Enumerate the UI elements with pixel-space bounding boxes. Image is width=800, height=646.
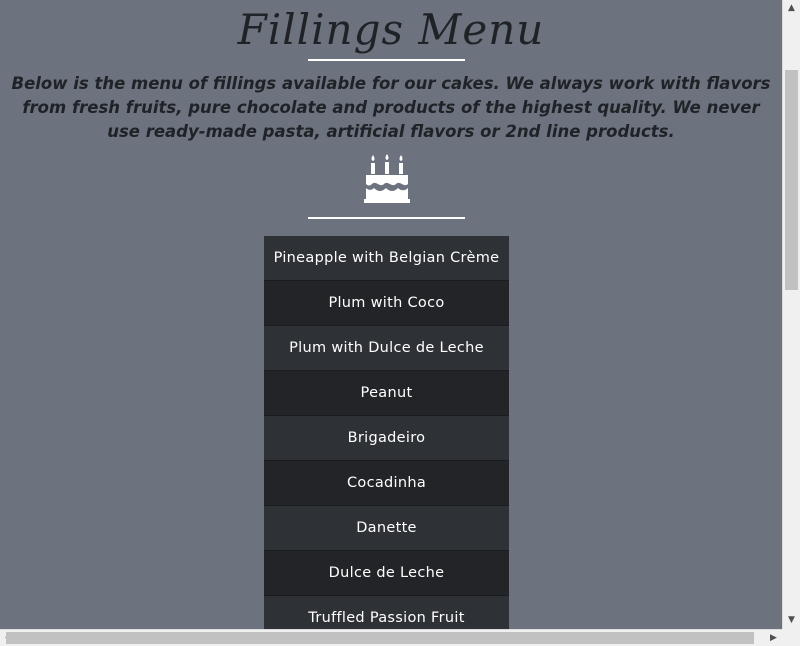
horizontal-scrollbar[interactable]: ◀ ▶ xyxy=(0,629,782,646)
list-item[interactable]: Dulce de Leche xyxy=(264,551,509,596)
page-viewport: Fillings Menu Below is the menu of filli… xyxy=(0,0,782,629)
list-item[interactable]: Danette xyxy=(264,506,509,551)
list-item[interactable]: Peanut xyxy=(264,371,509,416)
intro-text: Below is the menu of fillings available … xyxy=(11,74,771,141)
list-item[interactable]: Plum with Coco xyxy=(264,281,509,326)
list-item[interactable]: Cocadinha xyxy=(264,461,509,506)
birthday-cake-icon xyxy=(364,154,410,203)
title-divider xyxy=(308,59,465,61)
vertical-scroll-thumb[interactable] xyxy=(785,70,798,290)
list-item[interactable]: Truffled Passion Fruit xyxy=(264,596,509,629)
list-item[interactable]: Plum with Dulce de Leche xyxy=(264,326,509,371)
scroll-right-icon[interactable]: ▶ xyxy=(765,630,782,646)
fillings-list: Pineapple with Belgian Crème Plum with C… xyxy=(264,236,509,629)
scroll-down-icon[interactable]: ▼ xyxy=(783,612,800,629)
list-item[interactable]: Brigadeiro xyxy=(264,416,509,461)
page-title: Fillings Menu xyxy=(237,5,545,54)
scroll-up-icon[interactable]: ▲ xyxy=(783,0,800,17)
scrollbar-corner xyxy=(782,629,800,646)
icon-divider xyxy=(308,217,465,219)
horizontal-scroll-thumb[interactable] xyxy=(6,632,754,644)
vertical-scrollbar[interactable]: ▲ ▼ xyxy=(782,0,800,629)
list-item[interactable]: Pineapple with Belgian Crème xyxy=(264,236,509,281)
